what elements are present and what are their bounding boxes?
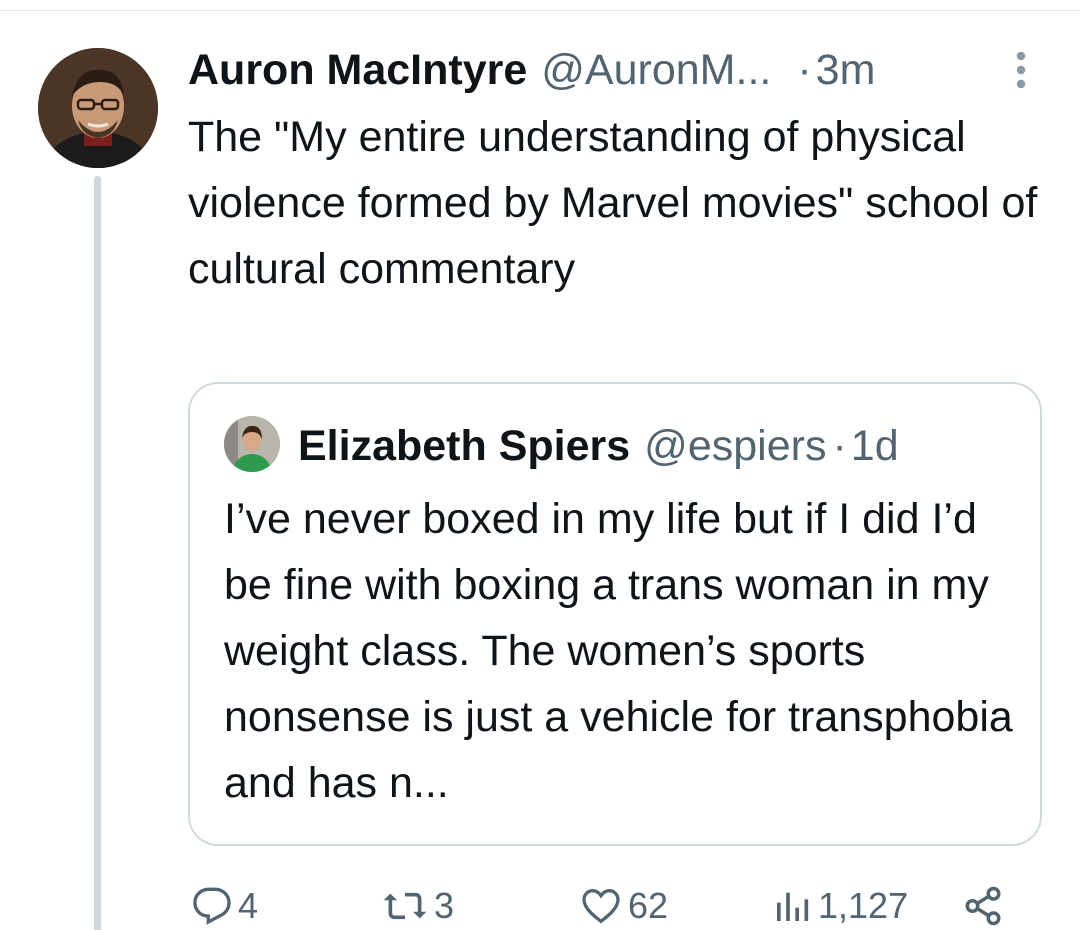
share-icon [962, 885, 1004, 927]
retweet-icon [382, 886, 428, 926]
tweet[interactable]: Auron MacIntyre @AuronM... · 3m The "My … [0, 0, 1080, 930]
like-count: 62 [628, 885, 669, 926]
thread-line [94, 176, 101, 930]
separator-dot: · [797, 45, 812, 94]
timestamp[interactable]: 3m [816, 46, 876, 95]
quoted-handle: @espiers [644, 421, 827, 470]
reply-button[interactable]: 4 [192, 878, 258, 930]
quoted-author-avatar [224, 416, 280, 472]
action-bar: 4 3 62 1,127 [188, 878, 1048, 930]
retweet-button[interactable]: 3 [382, 878, 454, 930]
quoted-text: I’ve never boxed in my life but if I did… [224, 495, 1013, 807]
quoted-tweet[interactable]: Elizabeth Spiers @espiers · 1d I’ve neve… [188, 382, 1042, 846]
author-avatar[interactable] [38, 48, 158, 168]
reply-count: 4 [238, 885, 259, 926]
retweet-count: 3 [434, 885, 455, 926]
tweet-header: Auron MacIntyre @AuronM... · 3m [188, 42, 875, 98]
heart-icon [580, 886, 622, 926]
share-button[interactable] [962, 878, 1004, 930]
views-count: 1,127 [818, 885, 909, 926]
quoted-timestamp: 1d [850, 421, 899, 470]
quoted-separator-dot: · [832, 421, 847, 470]
author-display-name[interactable]: Auron MacIntyre [188, 46, 527, 95]
divider [0, 10, 1080, 11]
quoted-header: Elizabeth Spiers @espiers · 1d [298, 418, 899, 474]
views-button[interactable]: 1,127 [772, 878, 908, 930]
quoted-display-name: Elizabeth Spiers [298, 421, 631, 470]
more-vertical-icon[interactable] [1010, 48, 1032, 92]
reply-icon [192, 886, 232, 926]
views-icon [772, 886, 812, 926]
author-handle[interactable]: @AuronM... [541, 46, 771, 95]
tweet-text: The "My entire understanding of physical… [188, 113, 1038, 293]
like-button[interactable]: 62 [580, 878, 668, 930]
